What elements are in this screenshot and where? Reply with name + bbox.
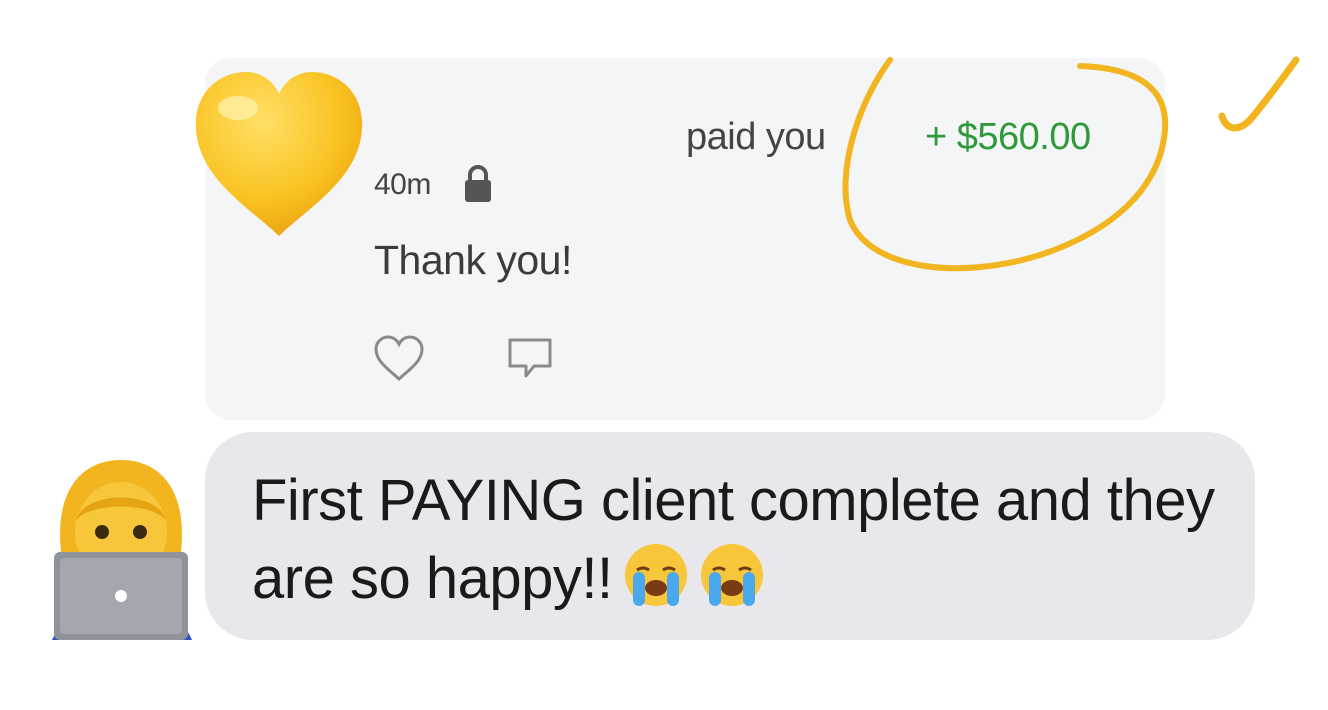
woman-technologist-avatar-icon	[52, 460, 192, 640]
payment-amount: + $560.00	[925, 116, 1091, 158]
payment-time: 40m	[374, 168, 431, 201]
payment-note: Thank you!	[374, 237, 572, 283]
payment-action: paid you	[686, 116, 826, 158]
yellow-heart-emoji	[195, 72, 363, 236]
like-heart-icon[interactable]	[372, 334, 426, 384]
lock-icon	[465, 165, 491, 202]
loudly-crying-face-emoji	[699, 542, 765, 608]
loudly-crying-face-emoji	[623, 542, 689, 608]
message-text: First PAYING client complete and they ar…	[252, 462, 1242, 618]
comment-icon[interactable]	[504, 334, 556, 384]
